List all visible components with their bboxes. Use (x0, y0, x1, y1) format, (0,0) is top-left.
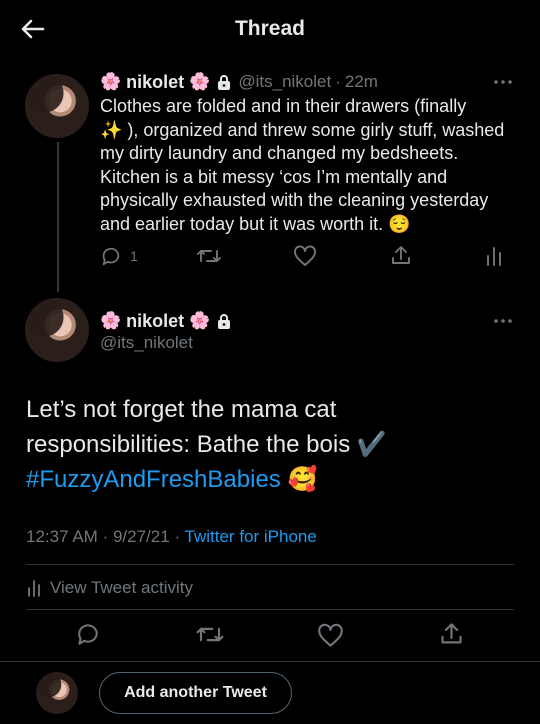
reply-icon (78, 624, 98, 645)
more-options-button[interactable] (488, 72, 518, 92)
reply-button[interactable]: 1 (100, 244, 138, 268)
tweet-line: Let’s not forget the mama cat (26, 396, 337, 423)
divider (26, 564, 514, 565)
tweet-meta: 12:37 AM · 9/27/21 · Twitter for iPhone (26, 527, 317, 547)
tweet-line: Clothes are folded and in their drawers … (100, 96, 467, 116)
retweet-button[interactable] (196, 244, 222, 268)
retweet-icon (196, 627, 224, 641)
username-handle[interactable]: @its_nikolet (238, 72, 331, 92)
flower-emoji: 🌸 (100, 311, 122, 330)
add-tweet-label: Add another Tweet (124, 684, 267, 701)
tweet-date[interactable]: 9/27/21 (113, 527, 170, 546)
heart-icon (294, 245, 316, 266)
lock-icon (218, 313, 231, 329)
share-button[interactable] (438, 620, 465, 648)
reply-icon (102, 247, 120, 266)
more-options-button[interactable] (488, 311, 518, 331)
tweet1-header: 🌸 nikolet 🌸 @its_nikolet · 22m (100, 70, 378, 94)
display-name[interactable]: nikolet (126, 311, 184, 332)
hashtag-link[interactable]: #FuzzyAndFreshBabies (26, 466, 281, 493)
thread-connector-line (57, 142, 59, 292)
view-activity-label: View Tweet activity (50, 578, 193, 597)
tweet-text: Clothes are folded and in their drawers … (100, 95, 520, 236)
tweet-line: ✨ ), organized and threw some girly stuf… (100, 119, 505, 140)
tweet-line: physically exhausted with the cleaning y… (100, 190, 489, 210)
divider (0, 661, 540, 662)
lock-icon (218, 74, 231, 90)
view-tweet-activity[interactable]: View Tweet activity (26, 578, 193, 598)
separator-dot: · (102, 527, 109, 546)
display-name[interactable]: nikolet (126, 72, 184, 93)
like-button[interactable] (317, 621, 344, 649)
tweet2-header: 🌸 nikolet 🌸 (100, 309, 232, 333)
reply-count: 1 (130, 248, 138, 264)
divider (26, 609, 514, 610)
analytics-icon (28, 580, 40, 597)
analytics-icon (487, 247, 501, 266)
heart-icon (318, 623, 343, 647)
flower-emoji: 🌸 (189, 72, 211, 91)
flower-emoji: 🌸 (189, 311, 211, 330)
focused-tweet-text: Let’s not forget the mama cat responsibi… (26, 392, 516, 497)
separator-dot: · (335, 72, 341, 91)
separator-dot: · (174, 527, 181, 546)
tweet-line: Kitchen is a bit messy ‘cos I’m mentally… (100, 166, 448, 187)
retweet-icon (197, 250, 221, 262)
retweet-button[interactable] (195, 620, 225, 648)
tweet-line: responsibilities: Bathe the bois ✔️ (26, 431, 387, 458)
tweet-line: my dirty laundry and changed my bedsheet… (100, 143, 459, 163)
reply-button[interactable] (75, 620, 101, 648)
add-another-tweet-button[interactable]: Add another Tweet (99, 672, 292, 714)
flower-emoji: 🌸 (100, 72, 122, 91)
share-icon (441, 622, 462, 643)
share-icon (392, 246, 410, 264)
tweet-source-link[interactable]: Twitter for iPhone (185, 527, 317, 546)
header-bar: Thread (0, 0, 540, 58)
share-button[interactable] (389, 244, 413, 268)
tweet-line: and earlier today but it was worth it. 😌 (100, 213, 411, 234)
avatar[interactable] (25, 74, 89, 138)
username-handle[interactable]: @its_nikolet (100, 333, 193, 353)
page-title: Thread (234, 17, 305, 40)
analytics-button[interactable] (485, 244, 503, 268)
tweet-time[interactable]: 22m (345, 72, 378, 92)
like-button[interactable] (293, 244, 317, 268)
avatar[interactable] (36, 672, 78, 714)
more-dots-icon (494, 80, 512, 84)
smiling-hearts-emoji: 🥰 (287, 466, 318, 493)
more-dots-icon (494, 319, 512, 323)
avatar[interactable] (25, 298, 89, 362)
tweet-timestamp[interactable]: 12:37 AM (26, 527, 98, 546)
hashtag-line: #FuzzyAndFreshBabies 🥰 (26, 462, 516, 497)
